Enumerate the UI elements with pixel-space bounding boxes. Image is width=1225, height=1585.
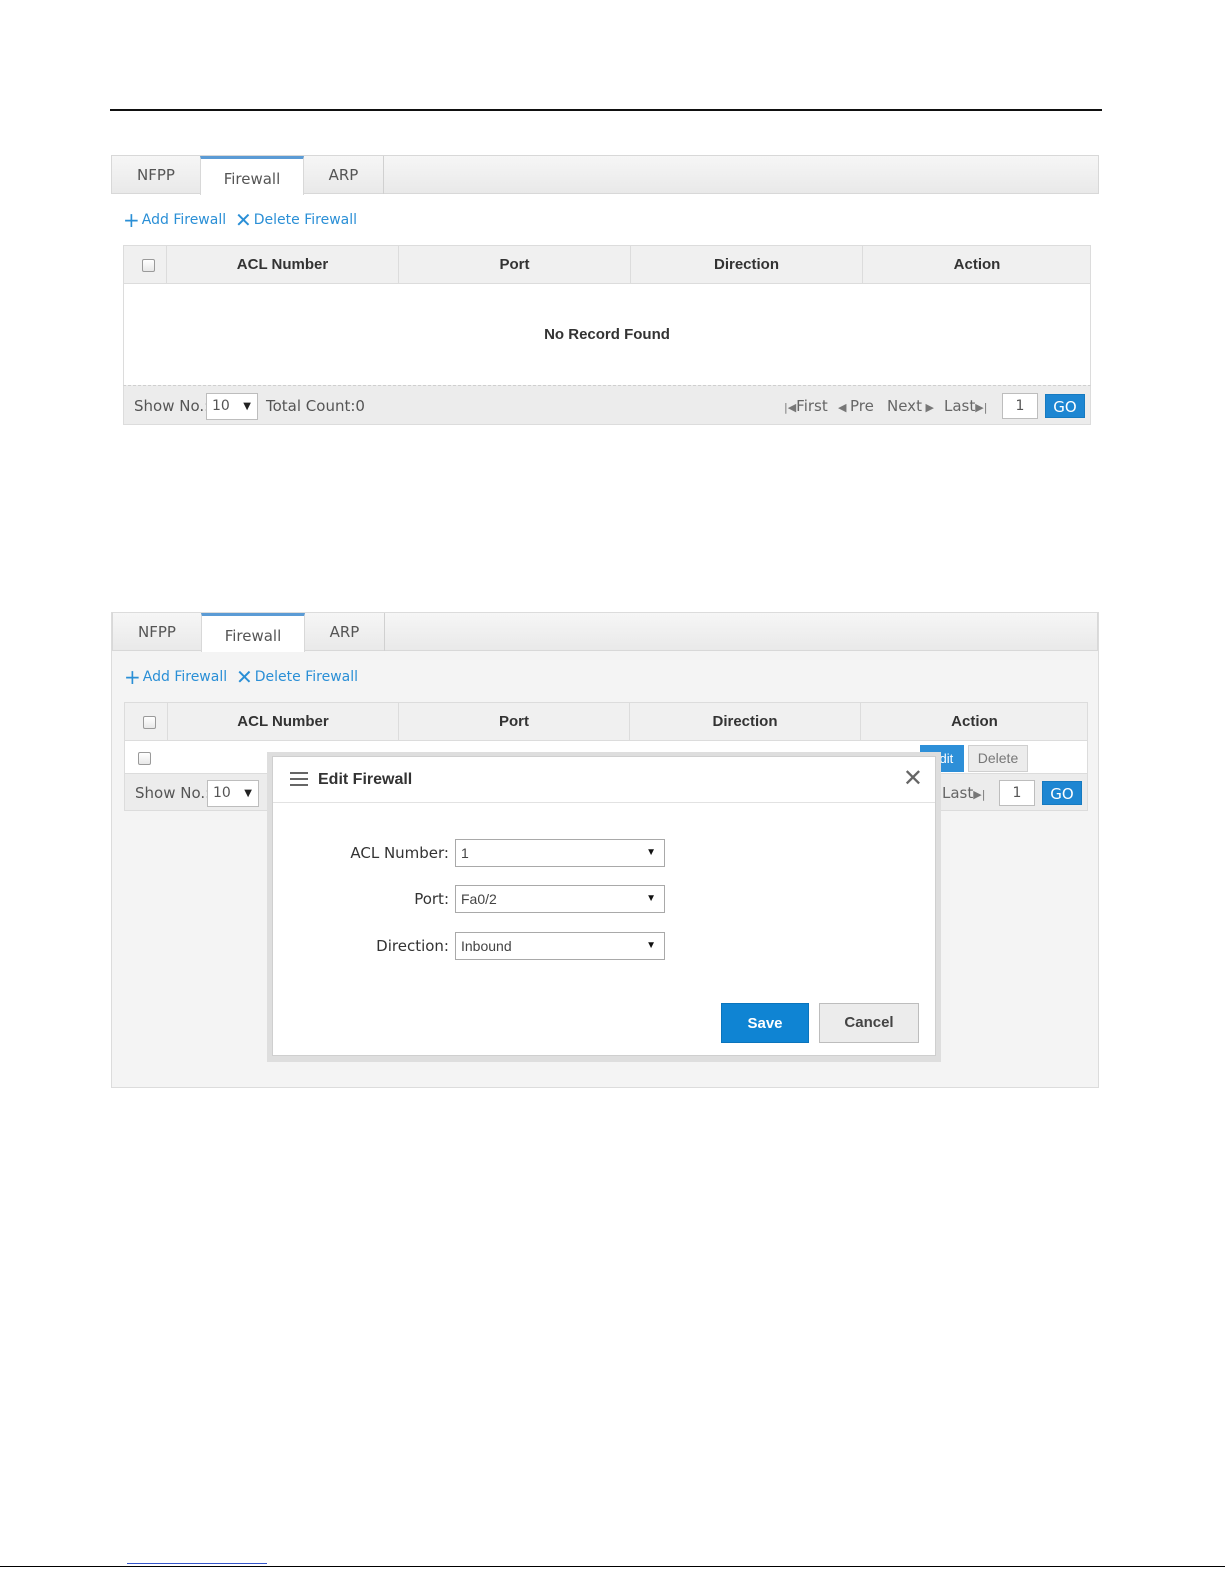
page-number-input[interactable]: 1 [999, 780, 1035, 806]
dropdown-arrow-icon: ▼ [244, 788, 252, 799]
last-page-icon: ▶| [973, 788, 986, 801]
empty-message: No Record Found [544, 326, 670, 343]
tab-arp[interactable]: ARP [305, 613, 385, 651]
tab-firewall[interactable]: Firewall [200, 156, 304, 195]
delete-firewall-button[interactable]: ✕ Delete Firewall [236, 665, 359, 689]
plus-icon: + [123, 208, 140, 232]
table-header: ACL Number Port Direction Action [125, 703, 1087, 741]
dialog-title: Edit Firewall [318, 771, 413, 788]
col-action: Action [860, 703, 1088, 741]
dropdown-arrow-icon: ▼ [646, 893, 656, 904]
acl-number-value: 1 [461, 845, 469, 861]
col-action: Action [862, 246, 1091, 284]
direction-select[interactable]: Inbound ▼ [455, 932, 665, 960]
col-direction[interactable]: Direction [630, 246, 862, 284]
row-checkbox[interactable] [138, 752, 151, 765]
table-header: ACL Number Port Direction Action [124, 246, 1090, 284]
prev-page-icon: ◀ [838, 401, 850, 414]
direction-label: Direction: [376, 937, 449, 955]
next-page-button[interactable]: Next ▶ [887, 386, 934, 428]
page-size-select[interactable]: 10 ▼ [206, 393, 258, 420]
page-number-input[interactable]: 1 [1002, 393, 1038, 419]
pager: Show No.: 10 ▼ Total Count:0 |◀First ◀ P… [123, 385, 1091, 425]
first-page-button[interactable]: |◀First [784, 386, 828, 428]
cancel-button[interactable]: Cancel [819, 1003, 919, 1043]
select-all-checkbox[interactable] [143, 716, 156, 729]
footer-rule [0, 1566, 1225, 1567]
add-firewall-label: Add Firewall [141, 212, 227, 228]
delete-firewall-label: Delete Firewall [254, 669, 359, 685]
page-size-value: 10 [212, 398, 230, 414]
delete-firewall-label: Delete Firewall [253, 212, 358, 228]
plus-icon: + [124, 665, 141, 689]
tab-bar: NFPP Firewall ARP [112, 612, 1098, 652]
last-page-button[interactable]: Last▶| [942, 774, 985, 814]
col-acl-number[interactable]: ACL Number [166, 246, 398, 284]
save-button[interactable]: Save [721, 1003, 809, 1043]
acl-number-label: ACL Number: [350, 844, 449, 862]
tab-nfpp[interactable]: NFPP [113, 613, 201, 651]
direction-row: Direction: Inbound ▼ [273, 932, 935, 960]
add-firewall-button[interactable]: + Add Firewall [124, 665, 228, 689]
add-firewall-label: Add Firewall [142, 669, 228, 685]
delete-button[interactable]: Delete [968, 745, 1028, 772]
footer-link[interactable] [127, 1550, 267, 1564]
last-page-icon: ▶| [975, 401, 988, 414]
show-no-label: Show No.: [135, 784, 211, 802]
page-size-value: 10 [213, 785, 231, 801]
dropdown-arrow-icon: ▼ [243, 401, 251, 412]
port-select[interactable]: Fa0/2 ▼ [455, 885, 665, 913]
port-label: Port: [414, 890, 449, 908]
port-row: Port: Fa0/2 ▼ [273, 885, 935, 913]
col-acl-number[interactable]: ACL Number [167, 703, 398, 741]
dropdown-arrow-icon: ▼ [646, 940, 656, 951]
port-value: Fa0/2 [461, 891, 497, 907]
first-page-icon: |◀ [784, 401, 797, 414]
show-no-label: Show No.: [134, 397, 210, 415]
prev-page-button[interactable]: ◀ Pre [838, 386, 874, 428]
firewall-table: ACL Number Port Direction Action No Reco… [123, 245, 1091, 387]
select-all-checkbox[interactable] [142, 259, 155, 272]
close-icon: ✕ [235, 208, 252, 232]
edit-firewall-dialog: Edit Firewall ✕ ACL Number: 1 ▼ Port: Fa… [272, 756, 936, 1056]
dialog-header: Edit Firewall ✕ [273, 757, 935, 803]
last-page-button[interactable]: Last▶| [944, 386, 987, 428]
firewall-panel-empty: NFPP Firewall ARP + Add Firewall ✕ Delet… [111, 155, 1099, 435]
col-port[interactable]: Port [398, 246, 630, 284]
header-rule [110, 109, 1102, 111]
go-button[interactable]: GO [1042, 781, 1082, 805]
tab-firewall[interactable]: Firewall [201, 613, 305, 652]
acl-number-select[interactable]: 1 ▼ [455, 839, 665, 867]
col-port[interactable]: Port [398, 703, 629, 741]
col-direction[interactable]: Direction [629, 703, 860, 741]
close-icon: ✕ [236, 665, 253, 689]
tab-nfpp[interactable]: NFPP [112, 156, 200, 194]
tab-arp[interactable]: ARP [304, 156, 384, 194]
acl-number-row: ACL Number: 1 ▼ [273, 839, 935, 867]
page-size-select[interactable]: 10 ▼ [207, 780, 259, 807]
dropdown-arrow-icon: ▼ [646, 847, 656, 858]
delete-firewall-button[interactable]: ✕ Delete Firewall [235, 208, 358, 232]
add-firewall-button[interactable]: + Add Firewall [123, 208, 227, 232]
close-icon[interactable]: ✕ [903, 765, 923, 793]
go-button[interactable]: GO [1045, 394, 1085, 418]
total-count: Total Count:0 [266, 397, 365, 415]
next-page-icon: ▶ [921, 401, 934, 414]
document-page: NFPP Firewall ARP + Add Firewall ✕ Delet… [0, 0, 1225, 1585]
direction-value: Inbound [461, 938, 512, 954]
tab-bar: NFPP Firewall ARP [111, 155, 1099, 195]
menu-icon [290, 772, 308, 786]
